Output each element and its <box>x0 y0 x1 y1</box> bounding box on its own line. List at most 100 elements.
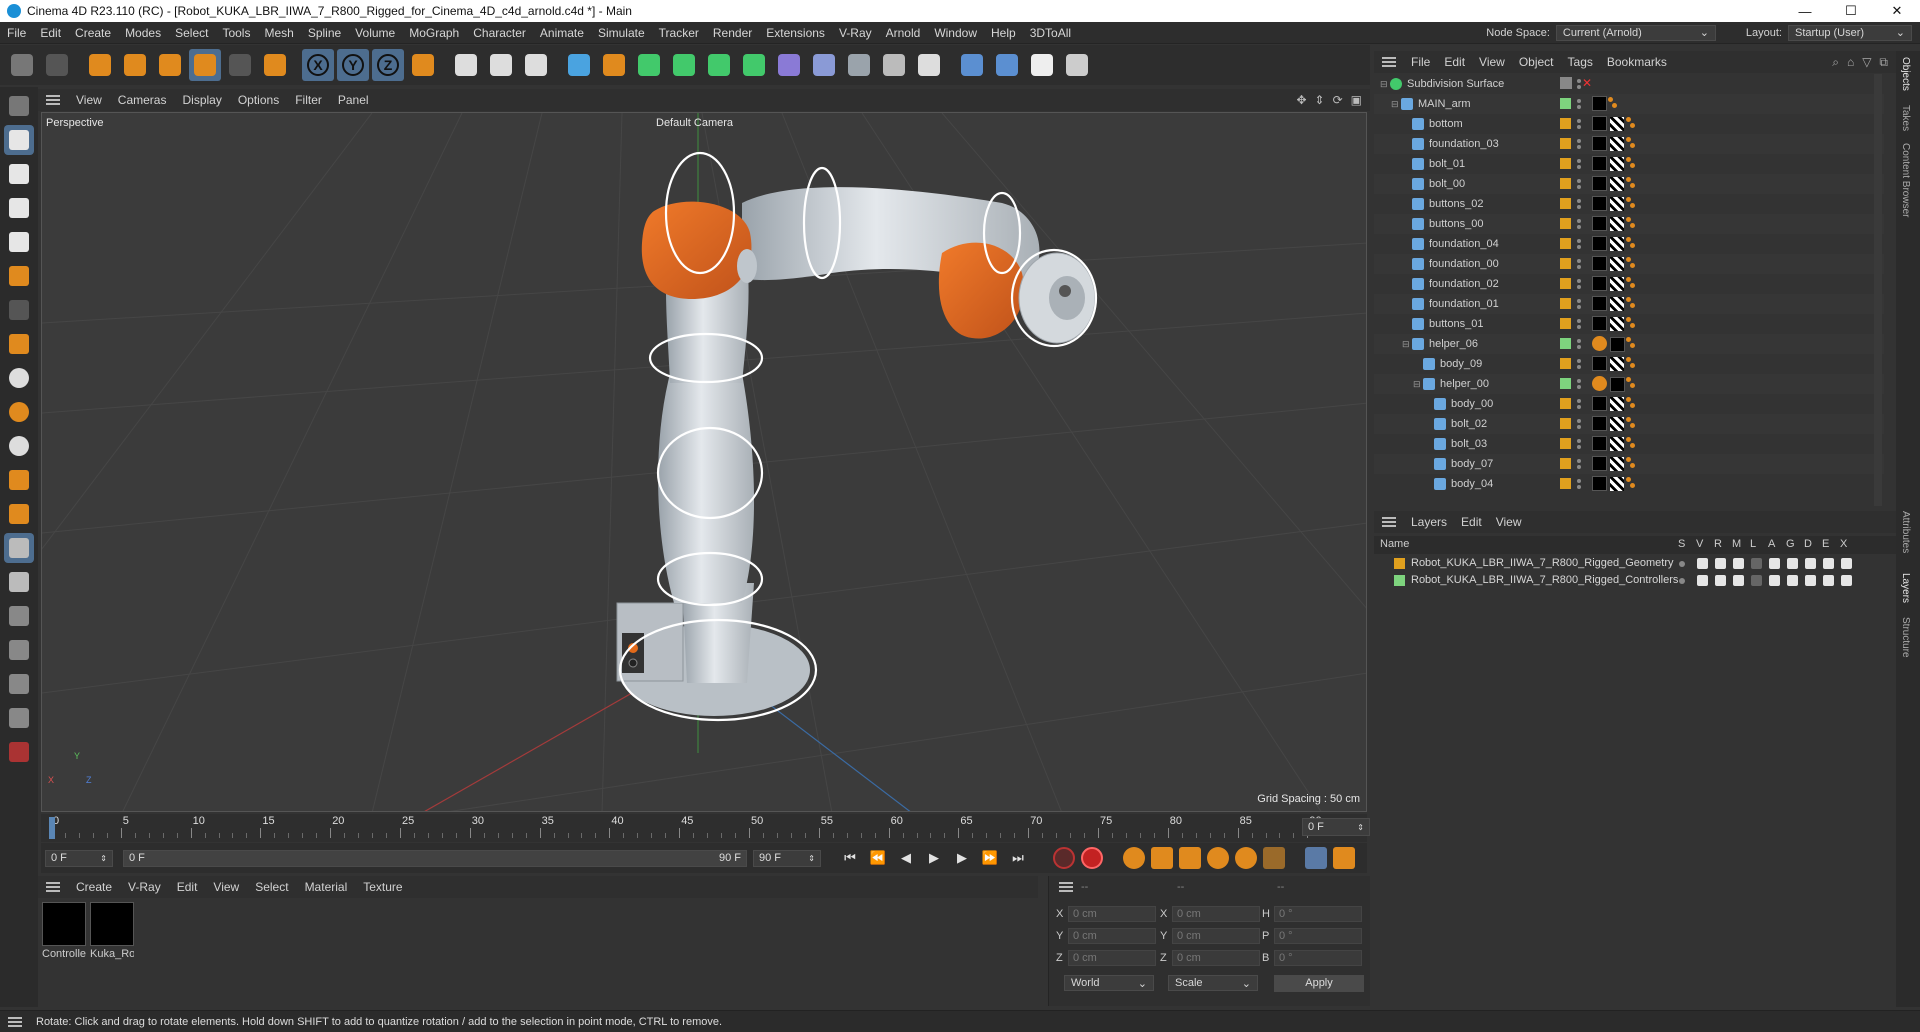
current-frame-field[interactable]: 0 F ⇕ <box>1302 818 1370 836</box>
filter-icon[interactable]: ▽ <box>1862 55 1871 69</box>
expression-tag-icon[interactable] <box>1626 117 1631 122</box>
expand-toggle-icon[interactable]: ⊟ <box>1380 79 1390 90</box>
layer-column-l[interactable]: L <box>1750 538 1756 550</box>
weight-button[interactable] <box>4 703 34 733</box>
expression-tag-icon[interactable] <box>1626 257 1631 262</box>
render-visibility-dot[interactable] <box>1577 185 1581 189</box>
visibility-eye-icon[interactable] <box>1697 575 1708 586</box>
texture-tag-icon[interactable] <box>1592 196 1607 211</box>
rotate-button[interactable] <box>189 49 221 81</box>
expression-tag-icon[interactable] <box>1626 457 1631 462</box>
sculpt-button[interactable] <box>4 737 34 767</box>
generator-icon[interactable] <box>1787 575 1798 586</box>
axis-x-button[interactable]: X <box>302 49 334 81</box>
menu-edit[interactable]: Edit <box>33 26 68 40</box>
object-row[interactable]: bolt_00 <box>1374 174 1884 194</box>
menu-create[interactable]: Create <box>68 26 118 40</box>
expression-tag-icon[interactable] <box>1626 237 1631 242</box>
render-visibility-dot[interactable] <box>1577 105 1581 109</box>
render-visibility-dot[interactable] <box>1577 225 1581 229</box>
material-menu-v-ray[interactable]: V-Ray <box>120 880 169 894</box>
editor-visibility-dot[interactable] <box>1577 279 1581 283</box>
model-mode-button[interactable] <box>4 125 34 155</box>
material-tag-icon[interactable] <box>1610 457 1624 471</box>
menu-mesh[interactable]: Mesh <box>257 26 300 40</box>
viewport-menu-options[interactable]: Options <box>230 93 287 107</box>
coordinates-menu-icon[interactable] <box>1059 882 1073 892</box>
layer-column-r[interactable]: R <box>1714 538 1722 550</box>
mograph-button[interactable] <box>738 49 770 81</box>
editor-visibility-dot[interactable] <box>1577 319 1581 323</box>
layer-color-swatch[interactable] <box>1394 557 1405 569</box>
viewport-zoom-icon[interactable]: ⇕ <box>1315 93 1325 107</box>
layer-color-swatch[interactable] <box>1560 258 1571 269</box>
viewport-menu-view[interactable]: View <box>68 93 110 107</box>
material-tag-icon[interactable] <box>1610 237 1624 251</box>
object-row[interactable]: ⊟ MAIN_arm <box>1374 94 1884 114</box>
expand-toggle-icon[interactable]: ⊟ <box>1413 379 1423 390</box>
object-row[interactable]: buttons_02 <box>1374 194 1884 214</box>
viewport-move-icon[interactable]: ✥ <box>1296 93 1306 107</box>
key-position-icon[interactable] <box>1151 847 1173 869</box>
rotation-field[interactable]: 0 ° <box>1274 928 1362 944</box>
material-kuka[interactable]: Kuka_Ro <box>90 902 134 960</box>
object-row[interactable]: bottom <box>1374 114 1884 134</box>
object-row[interactable]: ⊟ helper_00 <box>1374 374 1884 394</box>
menu-window[interactable]: Window <box>927 26 984 40</box>
layer-color-swatch[interactable] <box>1560 478 1571 489</box>
object-row[interactable]: foundation_00 <box>1374 254 1884 274</box>
expression-tag-icon[interactable] <box>1608 97 1613 102</box>
camera-button[interactable] <box>878 49 910 81</box>
timeline-window-icon[interactable] <box>1333 847 1355 869</box>
texture-tag-icon[interactable] <box>1592 316 1607 331</box>
expression-tag-icon[interactable] <box>1630 463 1635 468</box>
make-editable-button[interactable] <box>4 91 34 121</box>
expression-tag-icon[interactable] <box>1626 297 1631 302</box>
editor-visibility-dot[interactable] <box>1577 459 1581 463</box>
sphere-grid-button[interactable] <box>1061 49 1093 81</box>
menu-help[interactable]: Help <box>984 26 1023 40</box>
expression-tag-icon[interactable] <box>1626 137 1631 142</box>
expression-tag-icon[interactable] <box>1630 263 1635 268</box>
material-menu-material[interactable]: Material <box>297 880 356 894</box>
side-tab-objects[interactable]: Objects <box>1900 57 1911 91</box>
solo-dot-icon[interactable] <box>1679 561 1685 567</box>
expression-tag-icon[interactable] <box>1630 423 1635 428</box>
coordinate-system-button[interactable] <box>407 49 439 81</box>
motion-path-icon[interactable] <box>1305 847 1327 869</box>
layer-color-swatch[interactable] <box>1560 438 1571 449</box>
menu-file[interactable]: File <box>0 26 33 40</box>
editor-visibility-dot[interactable] <box>1577 99 1581 103</box>
camera-label[interactable]: Default Camera <box>656 117 733 129</box>
layer-color-swatch[interactable] <box>1560 398 1571 409</box>
layer-menu-icon[interactable] <box>1382 517 1396 527</box>
object-menu-object[interactable]: Object <box>1512 55 1561 69</box>
minimize-button[interactable]: — <box>1782 4 1828 19</box>
play-button[interactable]: ▶ <box>923 847 945 869</box>
menu-3dtoall[interactable]: 3DToAll <box>1023 26 1078 40</box>
rotation-field[interactable]: 0 ° <box>1274 906 1362 922</box>
key-rotation-icon[interactable] <box>1207 847 1229 869</box>
viewport-maximize-icon[interactable]: ▣ <box>1351 93 1362 107</box>
cloner-button[interactable] <box>703 49 735 81</box>
side-tab-takes[interactable]: Takes <box>1900 105 1911 131</box>
layer-column-d[interactable]: D <box>1804 538 1812 550</box>
expression-tag-icon[interactable] <box>1626 217 1631 222</box>
object-list-scrollbar[interactable] <box>1874 74 1882 506</box>
size-field[interactable]: 0 cm <box>1172 928 1260 944</box>
playhead[interactable] <box>49 817 55 839</box>
texture-tag-icon[interactable] <box>1592 256 1607 271</box>
key-scale-icon[interactable] <box>1179 847 1201 869</box>
render-visibility-dot[interactable] <box>1577 305 1581 309</box>
render-visibility-dot[interactable] <box>1577 325 1581 329</box>
layer-color-swatch[interactable] <box>1560 458 1571 469</box>
deformer-icon[interactable] <box>1805 558 1816 569</box>
expression-tag-icon[interactable] <box>1630 443 1635 448</box>
material-tag-icon[interactable] <box>1610 317 1624 331</box>
apply-button[interactable]: Apply <box>1274 975 1364 992</box>
reset-button[interactable] <box>259 49 291 81</box>
undo-button[interactable] <box>6 49 38 81</box>
layer-column-m[interactable]: M <box>1732 538 1741 550</box>
render-picture-viewer-button[interactable] <box>485 49 517 81</box>
expression-tag-icon[interactable] <box>1626 477 1631 482</box>
